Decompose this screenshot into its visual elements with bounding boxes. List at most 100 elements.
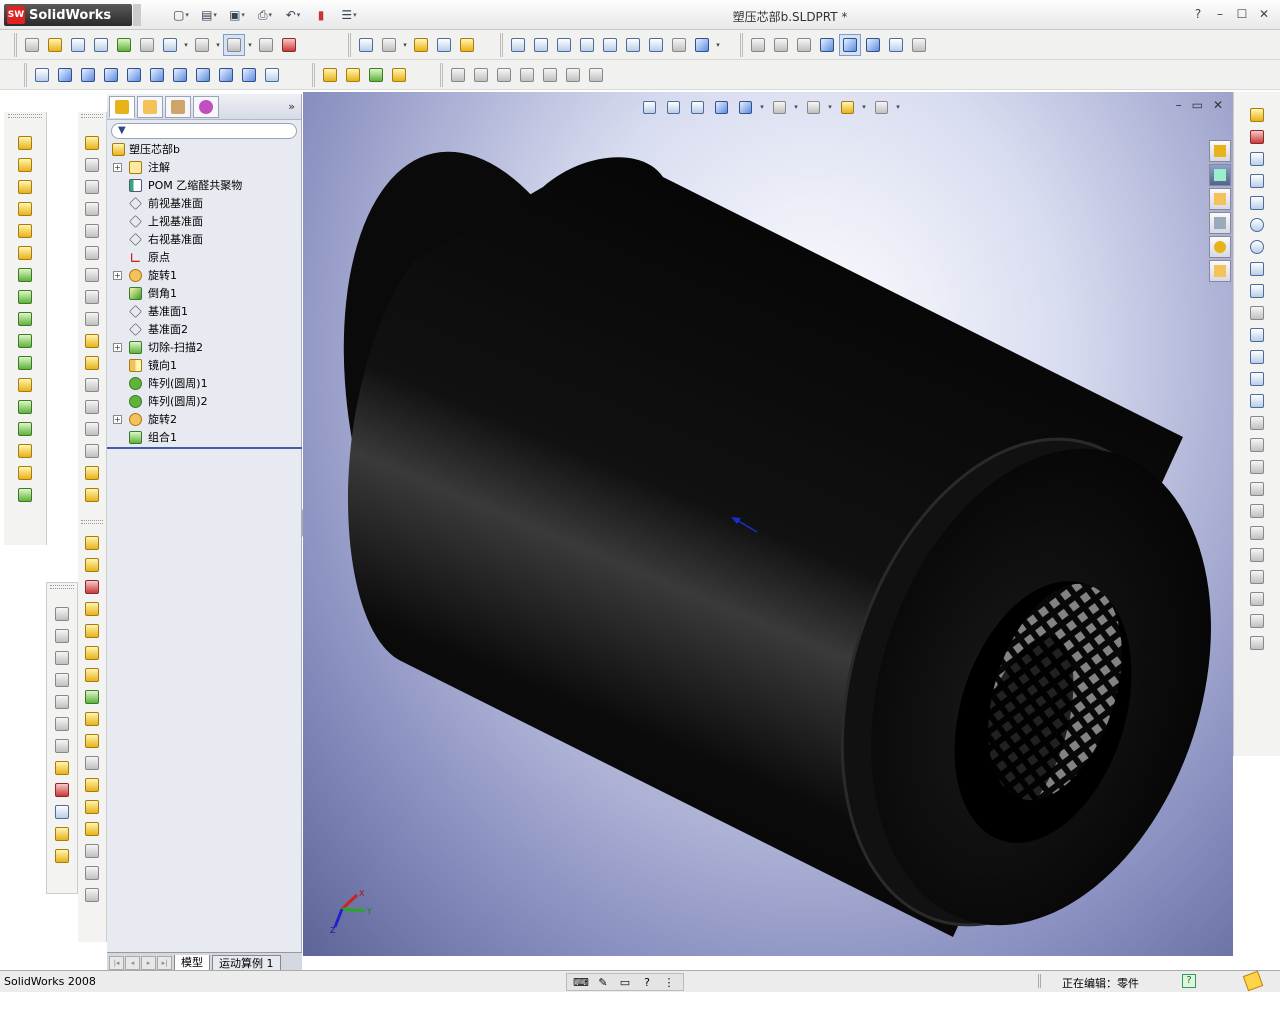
tree-item[interactable]: POM 乙缩醛共聚物 [107, 176, 302, 194]
base-flange-icon[interactable] [81, 154, 103, 176]
viewport-close-button[interactable]: ✕ [1213, 98, 1223, 112]
draft-analysis-icon[interactable] [81, 730, 103, 752]
display-relations-icon[interactable] [51, 801, 73, 823]
expand-icon[interactable]: + [113, 270, 122, 280]
hem-icon[interactable] [81, 220, 103, 242]
revolved-cut-icon[interactable] [14, 286, 36, 308]
tooling-split-icon[interactable] [81, 642, 103, 664]
circular-pattern-icon[interactable] [14, 418, 36, 440]
tool-f-icon[interactable] [562, 64, 584, 86]
view-settings-icon[interactable] [870, 96, 892, 118]
tree-item[interactable]: 上视基准面 [107, 212, 302, 230]
swept-boss-icon[interactable] [14, 176, 36, 198]
save-icon[interactable] [67, 34, 89, 56]
cavity-icon[interactable] [81, 708, 103, 730]
display-style-icon[interactable] [768, 96, 790, 118]
shell-icon[interactable] [365, 64, 387, 86]
status-expand-icon[interactable]: ⋮ [659, 974, 679, 990]
tab-motion-study-1[interactable]: 运动算例 1 [212, 954, 281, 971]
realview-icon[interactable] [908, 34, 930, 56]
extrude-icon[interactable] [319, 64, 341, 86]
section-view-icon[interactable] [710, 96, 732, 118]
tree-item[interactable]: + 旋转1 [107, 266, 302, 284]
perspective-icon[interactable] [885, 34, 907, 56]
appearances-icon[interactable] [1209, 236, 1231, 258]
insert-component-icon[interactable] [51, 845, 73, 867]
fold-icon[interactable] [81, 418, 103, 440]
view-orientation-icon[interactable] [734, 96, 756, 118]
customize-icon[interactable] [410, 34, 432, 56]
tree-item[interactable]: 倒角1 [107, 284, 302, 302]
tree-item[interactable]: 阵列(圆周)2 [107, 392, 302, 410]
save-icon[interactable]: ▣ ▾ [224, 6, 250, 24]
add-relation-icon[interactable] [51, 779, 73, 801]
normal-to-icon[interactable] [31, 64, 53, 86]
toolbar-grip[interactable] [50, 585, 74, 589]
first-tab-icon[interactable]: |◂ [109, 955, 124, 970]
swept-cut-icon[interactable] [14, 308, 36, 330]
hidden-lines-removed-icon[interactable] [793, 34, 815, 56]
3d-sketch-icon[interactable] [1246, 126, 1268, 148]
section-view-icon[interactable] [862, 34, 884, 56]
menu-flyout-arrow[interactable] [133, 4, 141, 26]
tree-item[interactable]: 原点 [107, 248, 302, 266]
trimetric-view-icon[interactable] [215, 64, 237, 86]
zoom-to-area-icon[interactable] [553, 34, 575, 56]
tool-d-icon[interactable] [516, 64, 538, 86]
insert-bends-icon[interactable] [81, 484, 103, 506]
restore-button[interactable]: ☐ [1234, 6, 1250, 22]
tree-item[interactable]: 阵列(圆周)1 [107, 374, 302, 392]
scale-icon[interactable] [81, 686, 103, 708]
toolbar-grip[interactable] [80, 520, 104, 524]
rib-icon[interactable] [14, 374, 36, 396]
new-document-icon[interactable]: ▢ ▾ [168, 6, 194, 24]
tab-model[interactable]: 模型 [174, 954, 210, 971]
boundary-boss-icon[interactable] [14, 220, 36, 242]
rip-icon[interactable] [81, 462, 103, 484]
top-view-icon[interactable] [146, 64, 168, 86]
feature-tree-filter[interactable]: ▼ [111, 123, 297, 139]
status-help-icon[interactable]: ? [637, 974, 657, 990]
view-selector-icon[interactable] [261, 64, 283, 86]
make-drawing-icon[interactable] [113, 34, 135, 56]
hide-show-items-icon[interactable] [802, 96, 824, 118]
edge-flange-icon[interactable] [81, 176, 103, 198]
rebuild-icon[interactable]: ▮ [308, 6, 334, 24]
view-right-icon[interactable] [51, 669, 73, 691]
list-icon[interactable] [433, 34, 455, 56]
tool-c-icon[interactable] [493, 64, 515, 86]
line-icon[interactable] [1246, 170, 1268, 192]
configuration-manager-tab[interactable] [165, 95, 191, 118]
viewport-minimize-button[interactable]: – [1176, 98, 1182, 112]
sketch-chamfer-icon[interactable] [1246, 434, 1268, 456]
hidden-lines-visible-icon[interactable] [770, 34, 792, 56]
view-top-icon[interactable] [51, 691, 73, 713]
pencil-icon[interactable]: ✎ [593, 974, 613, 990]
print-icon[interactable]: ⎙ ▾ [252, 6, 278, 24]
fillet-icon[interactable] [342, 64, 364, 86]
tool-b-icon[interactable] [470, 64, 492, 86]
prev-tab-icon[interactable]: ◂ [125, 955, 140, 970]
last-tab-icon[interactable]: ▸| [157, 955, 172, 970]
convert-entities-icon[interactable] [1246, 478, 1268, 500]
perimeter-circle-icon[interactable] [1246, 236, 1268, 258]
shut-off-surface-icon[interactable] [81, 576, 103, 598]
tangent-arc-icon[interactable] [1246, 280, 1268, 302]
notes-icon[interactable] [1242, 970, 1264, 992]
shaded-icon[interactable] [839, 34, 861, 56]
tree-item[interactable]: 镜向1 [107, 356, 302, 374]
no-bends-icon[interactable] [81, 440, 103, 462]
tree-item[interactable]: + 注解 [107, 158, 302, 176]
mirror-entities-icon[interactable] [1246, 544, 1268, 566]
parting-analysis-icon[interactable] [81, 774, 103, 796]
solidworks-resources-icon[interactable] [1209, 140, 1231, 162]
isometric-view-icon[interactable] [192, 64, 214, 86]
mirror-icon[interactable] [14, 440, 36, 462]
sketch-icon[interactable] [1246, 104, 1268, 126]
undo-icon[interactable] [159, 34, 181, 56]
jog-icon[interactable] [81, 242, 103, 264]
extruded-boss-icon[interactable] [14, 132, 36, 154]
redo-icon[interactable] [191, 34, 213, 56]
flatten-icon[interactable] [81, 374, 103, 396]
insert-part-icon[interactable] [51, 823, 73, 845]
